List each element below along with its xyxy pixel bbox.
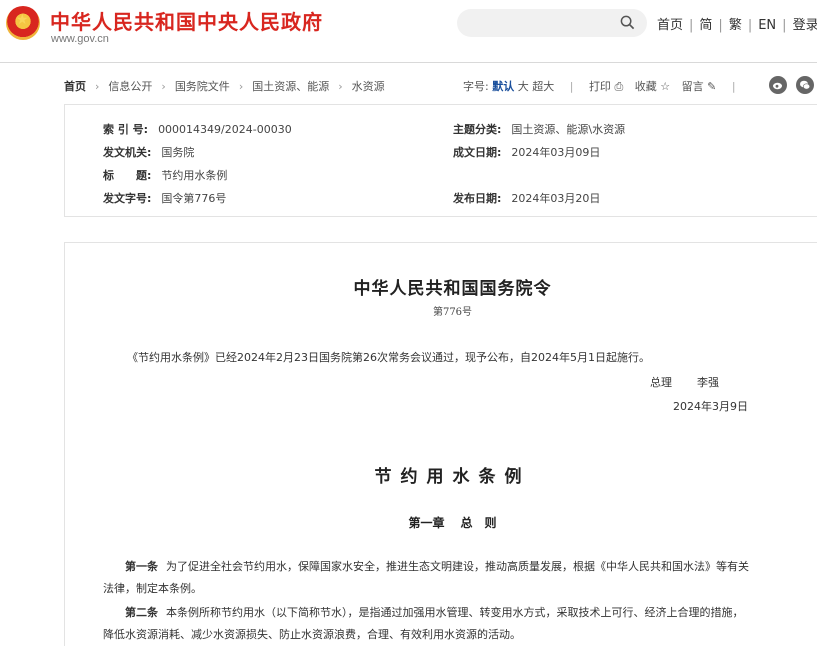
nav-home-link[interactable]: 首页 xyxy=(657,18,683,33)
font-size-xlarge[interactable]: 超大 xyxy=(532,80,554,93)
site-title[interactable]: 中华人民共和国中央人民政府 xyxy=(50,6,323,35)
info-value: 国令第776号 xyxy=(161,192,227,205)
info-value: 2024年03月09日 xyxy=(511,146,601,159)
nav-separator: | xyxy=(782,18,787,33)
info-document-number: 发文字号: 国令第776号 xyxy=(103,190,226,206)
pencil-icon: ✎ xyxy=(707,80,717,93)
nav-english-link[interactable]: EN xyxy=(758,18,776,33)
info-label: 主题分类: xyxy=(453,123,502,136)
printer-icon: ⎙ xyxy=(614,80,624,93)
site-url[interactable]: www.gov.cn xyxy=(51,33,109,45)
regulation-title: 节约用水条例 xyxy=(374,467,531,487)
article-text: 本条例所称节约用水（以下简称节水），是指通过加强用水管理、转变用水方式，采取技术… xyxy=(166,606,744,619)
page-toolbar: 字号: 默认 大 超大 | 打印 ⎙ 收藏 ☆ 留言 ✎ | xyxy=(463,78,748,94)
national-emblem-logo[interactable] xyxy=(6,6,40,40)
info-publish-date: 发布日期: 2024年03月20日 xyxy=(453,190,600,206)
info-value: 节约用水条例 xyxy=(161,169,228,182)
breadcrumb: 首页 › 信息公开 › 国务院文件 › 国土资源、能源 › 水资源 xyxy=(64,78,385,94)
order-number: 第776号 xyxy=(432,307,473,318)
breadcrumb-land-energy[interactable]: 国土资源、能源 xyxy=(252,80,329,93)
article-line: 降低水资源消耗、减少水资源损失、防止水资源浪费，合理、有效利用水资源的活动。 xyxy=(103,628,521,641)
comment-button[interactable]: 留言 ✎ xyxy=(682,80,717,93)
info-issuer: 发文机关: 国务院 xyxy=(103,144,194,160)
info-index-number: 索 引 号: 000014349/2024-00030 xyxy=(103,121,292,137)
search-input[interactable] xyxy=(469,14,609,32)
signer-title: 总理 xyxy=(650,376,672,389)
info-label: 发文字号: xyxy=(103,192,152,205)
nav-traditional-link[interactable]: 繁 xyxy=(729,18,742,33)
star-icon: ☆ xyxy=(660,80,671,93)
font-size-default[interactable]: 默认 xyxy=(492,80,514,93)
print-label: 打印 xyxy=(588,80,611,93)
chevron-right-icon: › xyxy=(161,80,166,93)
article-line: 第一条 为了促进全社会节约用水，保障国家水安全，推进生态文明建设，推动高质量发展，… xyxy=(103,556,803,578)
sign-date: 2024年3月9日 xyxy=(673,400,748,413)
nav-login-link[interactable]: 登录 xyxy=(793,18,817,33)
weibo-icon xyxy=(773,82,782,90)
wechat-icon xyxy=(800,80,811,90)
document-heading: 中华人民共和国国务院令 xyxy=(353,279,552,299)
intro-paragraph: 《节约用水条例》已经2024年2月23日国务院第26次常务会议通过，现予公布，自… xyxy=(127,351,650,364)
chapter-number: 第一章 xyxy=(408,516,445,530)
info-value: 000014349/2024-00030 xyxy=(158,123,292,136)
info-title: 标 题: 节约用水条例 xyxy=(103,167,227,183)
info-label: 发布日期: xyxy=(453,192,502,205)
nav-separator: | xyxy=(689,18,694,33)
nav-simplified-link[interactable]: 简 xyxy=(699,18,712,33)
info-written-date: 成文日期: 2024年03月09日 xyxy=(453,144,600,160)
nav-separator: | xyxy=(718,18,723,33)
breadcrumb-state-council-docs[interactable]: 国务院文件 xyxy=(175,80,230,93)
article-2: 第二条 本条例所称节约用水（以下简称节水），是指通过加强用水管理、转变用水方式，采… xyxy=(103,602,803,646)
chevron-right-icon: › xyxy=(95,80,100,93)
article-line: 第二条 本条例所称节约用水（以下简称节水），是指通过加强用水管理、转变用水方式，采… xyxy=(103,602,803,624)
chapter-heading: 第一章 总 则 xyxy=(0,514,817,531)
article-line: 法律，制定本条例。 xyxy=(103,582,202,595)
chevron-right-icon: › xyxy=(238,80,244,93)
toolbar-separator: | xyxy=(569,80,574,93)
toolbar-separator: | xyxy=(731,80,736,93)
font-size-label: 字号: xyxy=(463,80,489,93)
signer-name: 李强 xyxy=(697,376,719,389)
weibo-share-button[interactable] xyxy=(769,76,787,94)
chevron-right-icon: › xyxy=(338,80,343,93)
favorite-label: 收藏 xyxy=(634,80,657,93)
article-1: 第一条 为了促进全社会节约用水，保障国家水安全，推进生态文明建设，推动高质量发展，… xyxy=(103,556,803,600)
favorite-button[interactable]: 收藏 ☆ xyxy=(635,80,670,93)
article-lead: 第一条 xyxy=(125,560,158,573)
info-label: 成文日期: xyxy=(453,146,502,159)
search-box[interactable] xyxy=(457,9,647,37)
info-topic: 主题分类: 国土资源、能源\水资源 xyxy=(453,121,625,137)
info-value: 国土资源、能源\水资源 xyxy=(511,123,626,136)
print-button[interactable]: 打印 ⎙ xyxy=(589,80,623,93)
article-text: 为了促进全社会节约用水，保障国家水安全，推进生态文明建设，推动高质量发展，根据《… xyxy=(166,560,749,573)
comment-label: 留言 xyxy=(681,80,704,93)
chapter-name: 总 则 xyxy=(460,516,497,530)
info-value: 国务院 xyxy=(161,146,195,159)
wechat-share-button[interactable] xyxy=(796,76,814,94)
search-icon[interactable] xyxy=(620,15,635,30)
info-label: 标 题: xyxy=(103,169,152,182)
breadcrumb-info-disclosure[interactable]: 信息公开 xyxy=(108,80,152,93)
breadcrumb-water-resources[interactable]: 水资源 xyxy=(352,80,385,93)
top-nav: 首页 | 简 | 繁 | EN | 登录 xyxy=(657,14,817,33)
header-divider xyxy=(0,62,817,63)
nav-separator: | xyxy=(747,18,753,33)
breadcrumb-home[interactable]: 首页 xyxy=(64,80,86,93)
font-size-large[interactable]: 大 xyxy=(518,80,529,93)
article-lead: 第二条 xyxy=(125,606,158,619)
info-label: 索 引 号: xyxy=(103,123,149,136)
info-value: 2024年03月20日 xyxy=(511,192,601,205)
site-header: 中华人民共和国中央人民政府 www.gov.cn 首页 | 简 | 繁 | EN | 登录 xyxy=(0,0,817,62)
info-label: 发文机关: xyxy=(103,146,152,159)
